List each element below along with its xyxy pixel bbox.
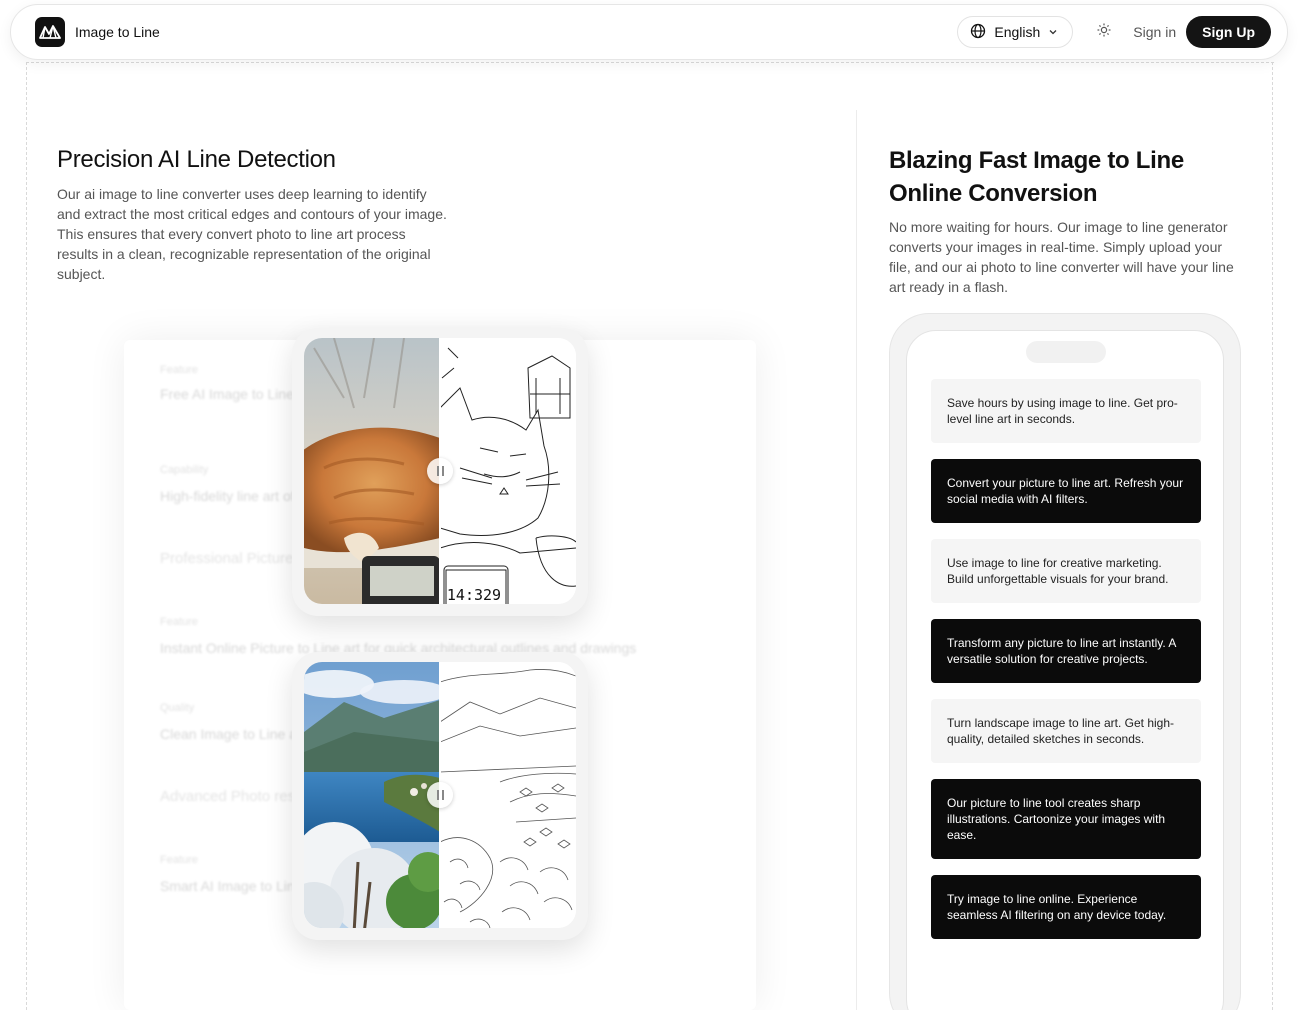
section-title-precision: Precision AI Line Detection — [57, 146, 336, 173]
frame-left-border — [26, 62, 27, 1010]
message-card: Convert your picture to line art. Refres… — [931, 459, 1201, 523]
clock-readout: 14:329 — [447, 586, 501, 604]
pause-icon — [435, 790, 445, 800]
brand-logo[interactable]: Image to Line — [35, 17, 160, 47]
brand-name: Image to Line — [75, 24, 160, 40]
slider-handle[interactable] — [427, 782, 453, 808]
message-card: Try image to line online. Experience sea… — [931, 875, 1201, 939]
message-card: Transform any picture to line art instan… — [931, 619, 1201, 683]
faded-label: Feature — [160, 364, 198, 376]
language-label: English — [994, 24, 1041, 40]
line-art-result — [440, 662, 576, 928]
message-card: Turn landscape image to line art. Get hi… — [931, 699, 1201, 763]
message-card: Our picture to line tool creates sharp i… — [931, 779, 1201, 859]
logo-icon — [35, 17, 65, 47]
before-after-slider[interactable] — [304, 662, 576, 928]
globe-icon — [970, 23, 986, 42]
pause-icon — [435, 466, 445, 476]
sun-icon — [1097, 23, 1111, 42]
phone-mockup: Save hours by using image to line. Get p… — [889, 313, 1241, 1010]
sign-in-link[interactable]: Sign in — [1133, 24, 1176, 40]
faded-heading: Professional Picture — [160, 550, 294, 567]
faded-label: Feature — [160, 616, 198, 628]
language-selector[interactable]: English — [957, 16, 1074, 48]
faded-row: Free AI Image to Line — [160, 386, 294, 402]
top-nav: Image to Line English Sign in Sign Up — [10, 4, 1288, 60]
chevron-down-icon — [1048, 24, 1058, 40]
section-description-fast: No more waiting for hours. Our image to … — [889, 219, 1234, 295]
phone-screen: Save hours by using image to line. Get p… — [906, 330, 1224, 1010]
faded-label: Feature — [160, 854, 198, 866]
faded-label: Quality — [160, 702, 195, 714]
column-divider — [856, 110, 857, 1010]
section-title-fast: Blazing Fast Image to Line Online Conver… — [889, 147, 1184, 207]
theme-toggle-button[interactable] — [1089, 17, 1119, 47]
line-art-result: 14:329 — [440, 338, 576, 604]
photo-original — [304, 338, 440, 604]
slider-handle[interactable] — [427, 458, 453, 484]
phone-notch — [1026, 341, 1106, 363]
frame-top-border — [26, 62, 1274, 63]
photo-original — [304, 662, 440, 928]
faded-label: Capability — [160, 464, 209, 476]
compare-card-landscape — [292, 652, 588, 940]
frame-right-border — [1272, 62, 1273, 1010]
message-card: Use image to line for creative marketing… — [931, 539, 1201, 603]
section-description-precision: Our ai image to line converter uses deep… — [57, 186, 447, 282]
before-after-slider[interactable]: 14:329 — [304, 338, 576, 604]
sign-up-button[interactable]: Sign Up — [1186, 16, 1271, 48]
compare-card-cat: 14:329 — [292, 328, 588, 616]
message-card: Save hours by using image to line. Get p… — [931, 379, 1201, 443]
